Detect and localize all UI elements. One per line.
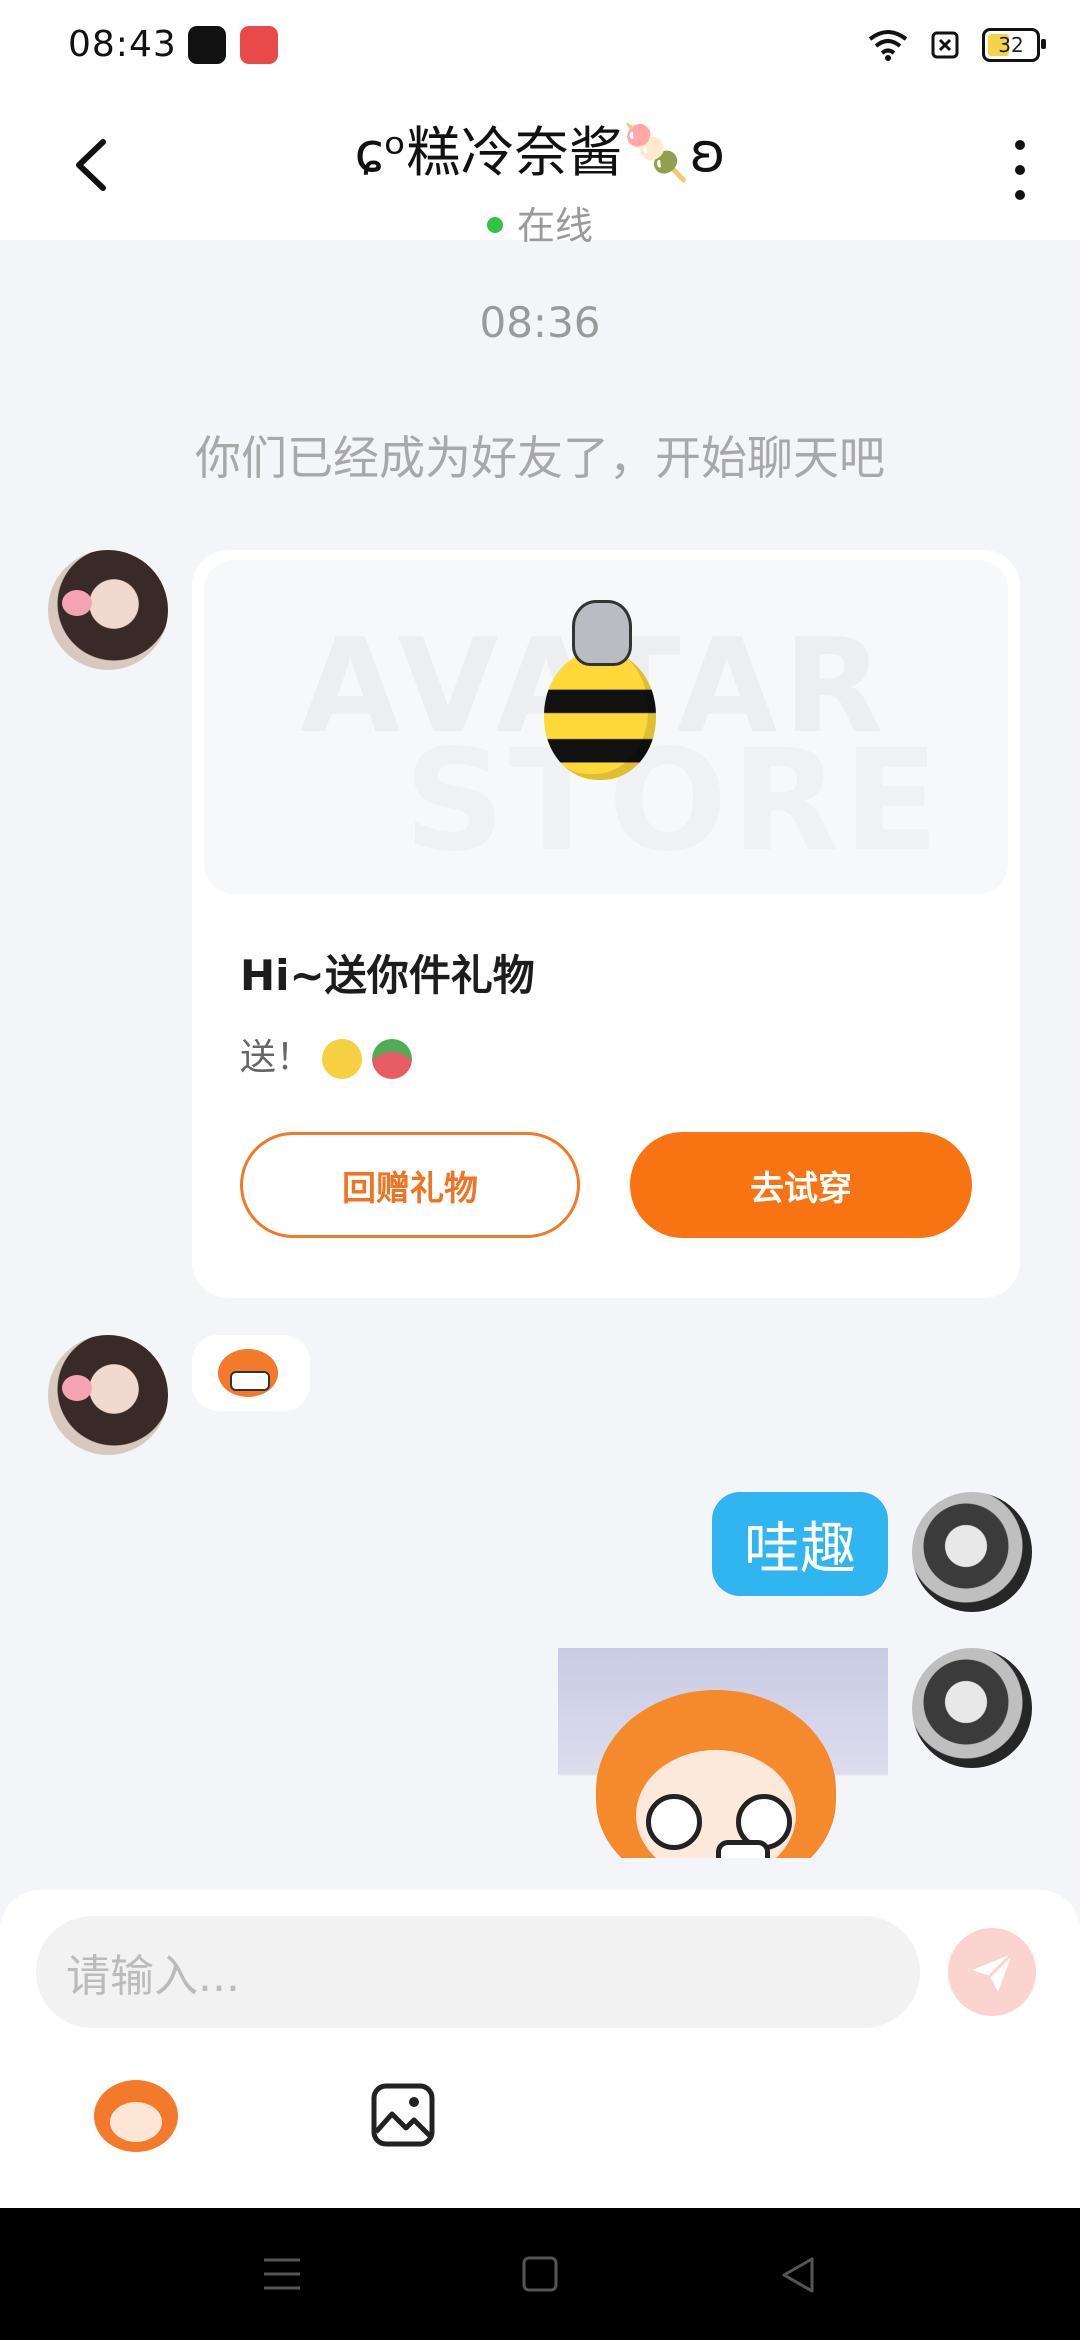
- battery-icon: 32: [982, 28, 1046, 62]
- status-time: 08:43: [68, 24, 177, 65]
- message-composer: 请输入...: [0, 1890, 1080, 2208]
- my-avatar[interactable]: [912, 1492, 1032, 1612]
- my-message-bubble[interactable]: 哇趣: [712, 1492, 888, 1596]
- more-button[interactable]: [1000, 140, 1040, 200]
- friend-avatar[interactable]: [48, 1335, 168, 1455]
- chat-timestamp: 08:36: [479, 298, 601, 347]
- online-dot: [486, 216, 503, 233]
- watermark-store: STORE: [404, 720, 943, 883]
- online-status-label: 在线: [516, 204, 593, 248]
- system-message: 你们已经成为好友了，开始聊天吧: [195, 431, 885, 485]
- sticker-message[interactable]: [192, 1335, 310, 1411]
- image-icon: [371, 2083, 435, 2147]
- sim-off-icon: [931, 31, 959, 59]
- gift-item-image: [544, 600, 656, 780]
- home-icon[interactable]: [522, 2256, 558, 2292]
- chat-header: ɕᵒ糕冷奈酱🍡ʚ 在线: [0, 90, 1080, 248]
- sticker-icon: [94, 2080, 178, 2152]
- try-on-button[interactable]: 去试穿: [630, 1132, 972, 1238]
- monkey-sticker-icon: [218, 1349, 278, 1397]
- message-input[interactable]: 请输入...: [36, 1916, 920, 2028]
- menu-icon[interactable]: [262, 2256, 302, 2292]
- more-icon: [1015, 140, 1025, 150]
- back-nav-icon[interactable]: [780, 2256, 816, 2294]
- watermelon-emoji-icon: [372, 1039, 413, 1079]
- gift-subtitle-text: 送！: [240, 1037, 313, 1078]
- music-app-icon: [240, 26, 278, 64]
- my-avatar[interactable]: [912, 1648, 1032, 1768]
- battery-level: 32: [998, 33, 1024, 57]
- online-status: 在线: [0, 195, 1080, 250]
- send-button[interactable]: [948, 1928, 1036, 2016]
- gift-subtitle: 送！: [240, 1028, 413, 1080]
- status-bar: 08:43 32: [0, 0, 1080, 90]
- send-icon: [972, 1952, 1014, 1992]
- contact-name: ɕᵒ糕冷奈酱🍡ʚ: [354, 121, 726, 184]
- my-sticker-message[interactable]: [558, 1648, 888, 1858]
- gift-card[interactable]: AVATAR STORE Hi~送你件礼物 送！ 回赠礼物 去试穿: [192, 550, 1020, 1298]
- friend-avatar[interactable]: [48, 550, 168, 670]
- gift-preview-image: AVATAR STORE: [204, 560, 1008, 894]
- tiktok-icon: [188, 26, 226, 64]
- surprised-emoji-icon: [322, 1039, 363, 1079]
- return-gift-button[interactable]: 回赠礼物: [240, 1132, 580, 1238]
- system-nav-bar: [0, 2208, 1080, 2340]
- image-button[interactable]: [370, 2082, 436, 2148]
- gift-title: Hi~送你件礼物: [240, 951, 535, 1000]
- sticker-button[interactable]: [94, 2080, 178, 2152]
- wifi-icon: [868, 30, 908, 61]
- shocked-character-sticker: [596, 1690, 836, 1858]
